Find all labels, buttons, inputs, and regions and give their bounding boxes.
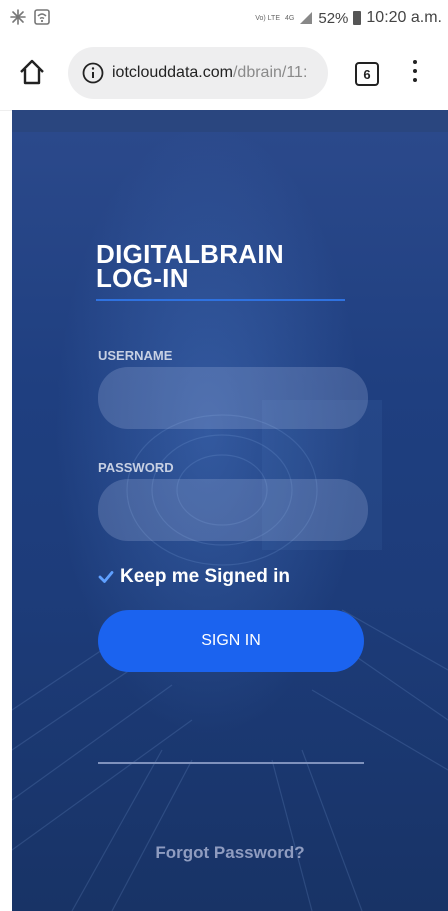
login-page: DIGITALBRAIN LOG-IN USERNAME PASSWORD Ke… bbox=[12, 110, 448, 911]
username-label: USERNAME bbox=[98, 348, 173, 363]
status-left-icons bbox=[10, 9, 50, 25]
status-right: Vo) LTE 4G 52% 10:20 a.m. bbox=[255, 9, 442, 27]
sign-in-button[interactable]: SIGN IN bbox=[98, 610, 364, 672]
network-label: 4G bbox=[285, 14, 295, 22]
divider bbox=[98, 762, 364, 764]
status-time: 10:20 a.m. bbox=[366, 9, 442, 26]
overflow-menu-icon[interactable] bbox=[410, 60, 420, 88]
forgot-password-link[interactable]: Forgot Password? bbox=[12, 843, 448, 863]
password-input[interactable] bbox=[98, 479, 368, 541]
url-text[interactable]: iotclouddata.com/dbrain/11: bbox=[112, 64, 307, 82]
username-input[interactable] bbox=[98, 367, 368, 429]
wifi-icon bbox=[34, 9, 50, 25]
volte-label: Vo) LTE bbox=[255, 14, 281, 22]
remember-me-checkbox[interactable]: Keep me Signed in bbox=[98, 566, 290, 588]
password-label: PASSWORD bbox=[98, 460, 174, 475]
address-bar[interactable]: iotclouddata.com/dbrain/11: bbox=[68, 47, 328, 99]
page-title: DIGITALBRAIN LOG-IN bbox=[96, 239, 284, 293]
status-bar: Vo) LTE 4G 52% 10:20 a.m. bbox=[0, 0, 448, 38]
checkmark-icon[interactable] bbox=[98, 569, 114, 585]
url-host: iotclouddata.com bbox=[112, 64, 233, 81]
info-icon[interactable] bbox=[82, 62, 104, 84]
battery-icon bbox=[353, 11, 362, 25]
snowflake-icon bbox=[10, 9, 26, 25]
tab-switcher-button[interactable]: 6 bbox=[355, 62, 379, 86]
title-underline bbox=[96, 299, 345, 301]
browser-toolbar: iotclouddata.com/dbrain/11: 6 bbox=[0, 38, 448, 111]
signal-icon bbox=[300, 12, 313, 24]
remember-me-label: Keep me Signed in bbox=[120, 566, 290, 587]
battery-percent: 52% bbox=[318, 9, 349, 27]
url-path: /dbrain/11: bbox=[232, 64, 308, 81]
home-icon[interactable] bbox=[18, 58, 46, 86]
